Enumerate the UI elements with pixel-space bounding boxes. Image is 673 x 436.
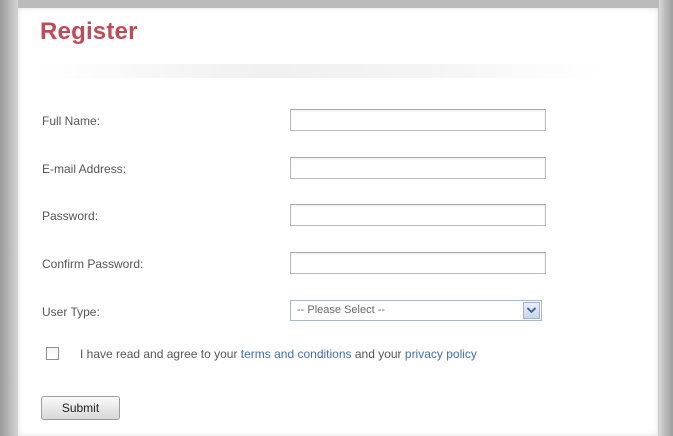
background-right bbox=[659, 0, 673, 436]
password-input[interactable] bbox=[290, 204, 546, 226]
confirm-password-label: Confirm Password: bbox=[42, 257, 144, 271]
email-input[interactable] bbox=[290, 157, 546, 179]
agree-checkbox[interactable] bbox=[46, 347, 59, 360]
password-label: Password: bbox=[42, 209, 99, 223]
privacy-policy-link[interactable]: privacy policy bbox=[405, 347, 477, 361]
full-name-label: Full Name: bbox=[42, 114, 101, 128]
agreement-text: I have read and agree to your terms and … bbox=[80, 347, 477, 361]
agreement-text-before: I have read and agree to your bbox=[80, 347, 241, 361]
background-left bbox=[0, 0, 18, 436]
chevron-down-icon bbox=[527, 307, 536, 313]
user-type-label: User Type: bbox=[42, 305, 100, 319]
email-label: E-mail Address: bbox=[42, 162, 127, 176]
terms-and-conditions-link[interactable]: terms and conditions bbox=[241, 347, 352, 361]
user-type-selected-value: -- Please Select -- bbox=[297, 304, 386, 316]
background-top bbox=[0, 0, 673, 8]
page-title: Register bbox=[40, 18, 138, 45]
confirm-password-input[interactable] bbox=[290, 252, 546, 274]
agreement-text-middle: and your bbox=[351, 347, 405, 361]
submit-button[interactable]: Submit bbox=[41, 396, 120, 420]
user-type-select[interactable]: -- Please Select -- bbox=[290, 300, 542, 321]
title-divider bbox=[40, 64, 600, 78]
full-name-input[interactable] bbox=[290, 109, 546, 131]
dropdown-arrow-button[interactable] bbox=[523, 302, 540, 319]
